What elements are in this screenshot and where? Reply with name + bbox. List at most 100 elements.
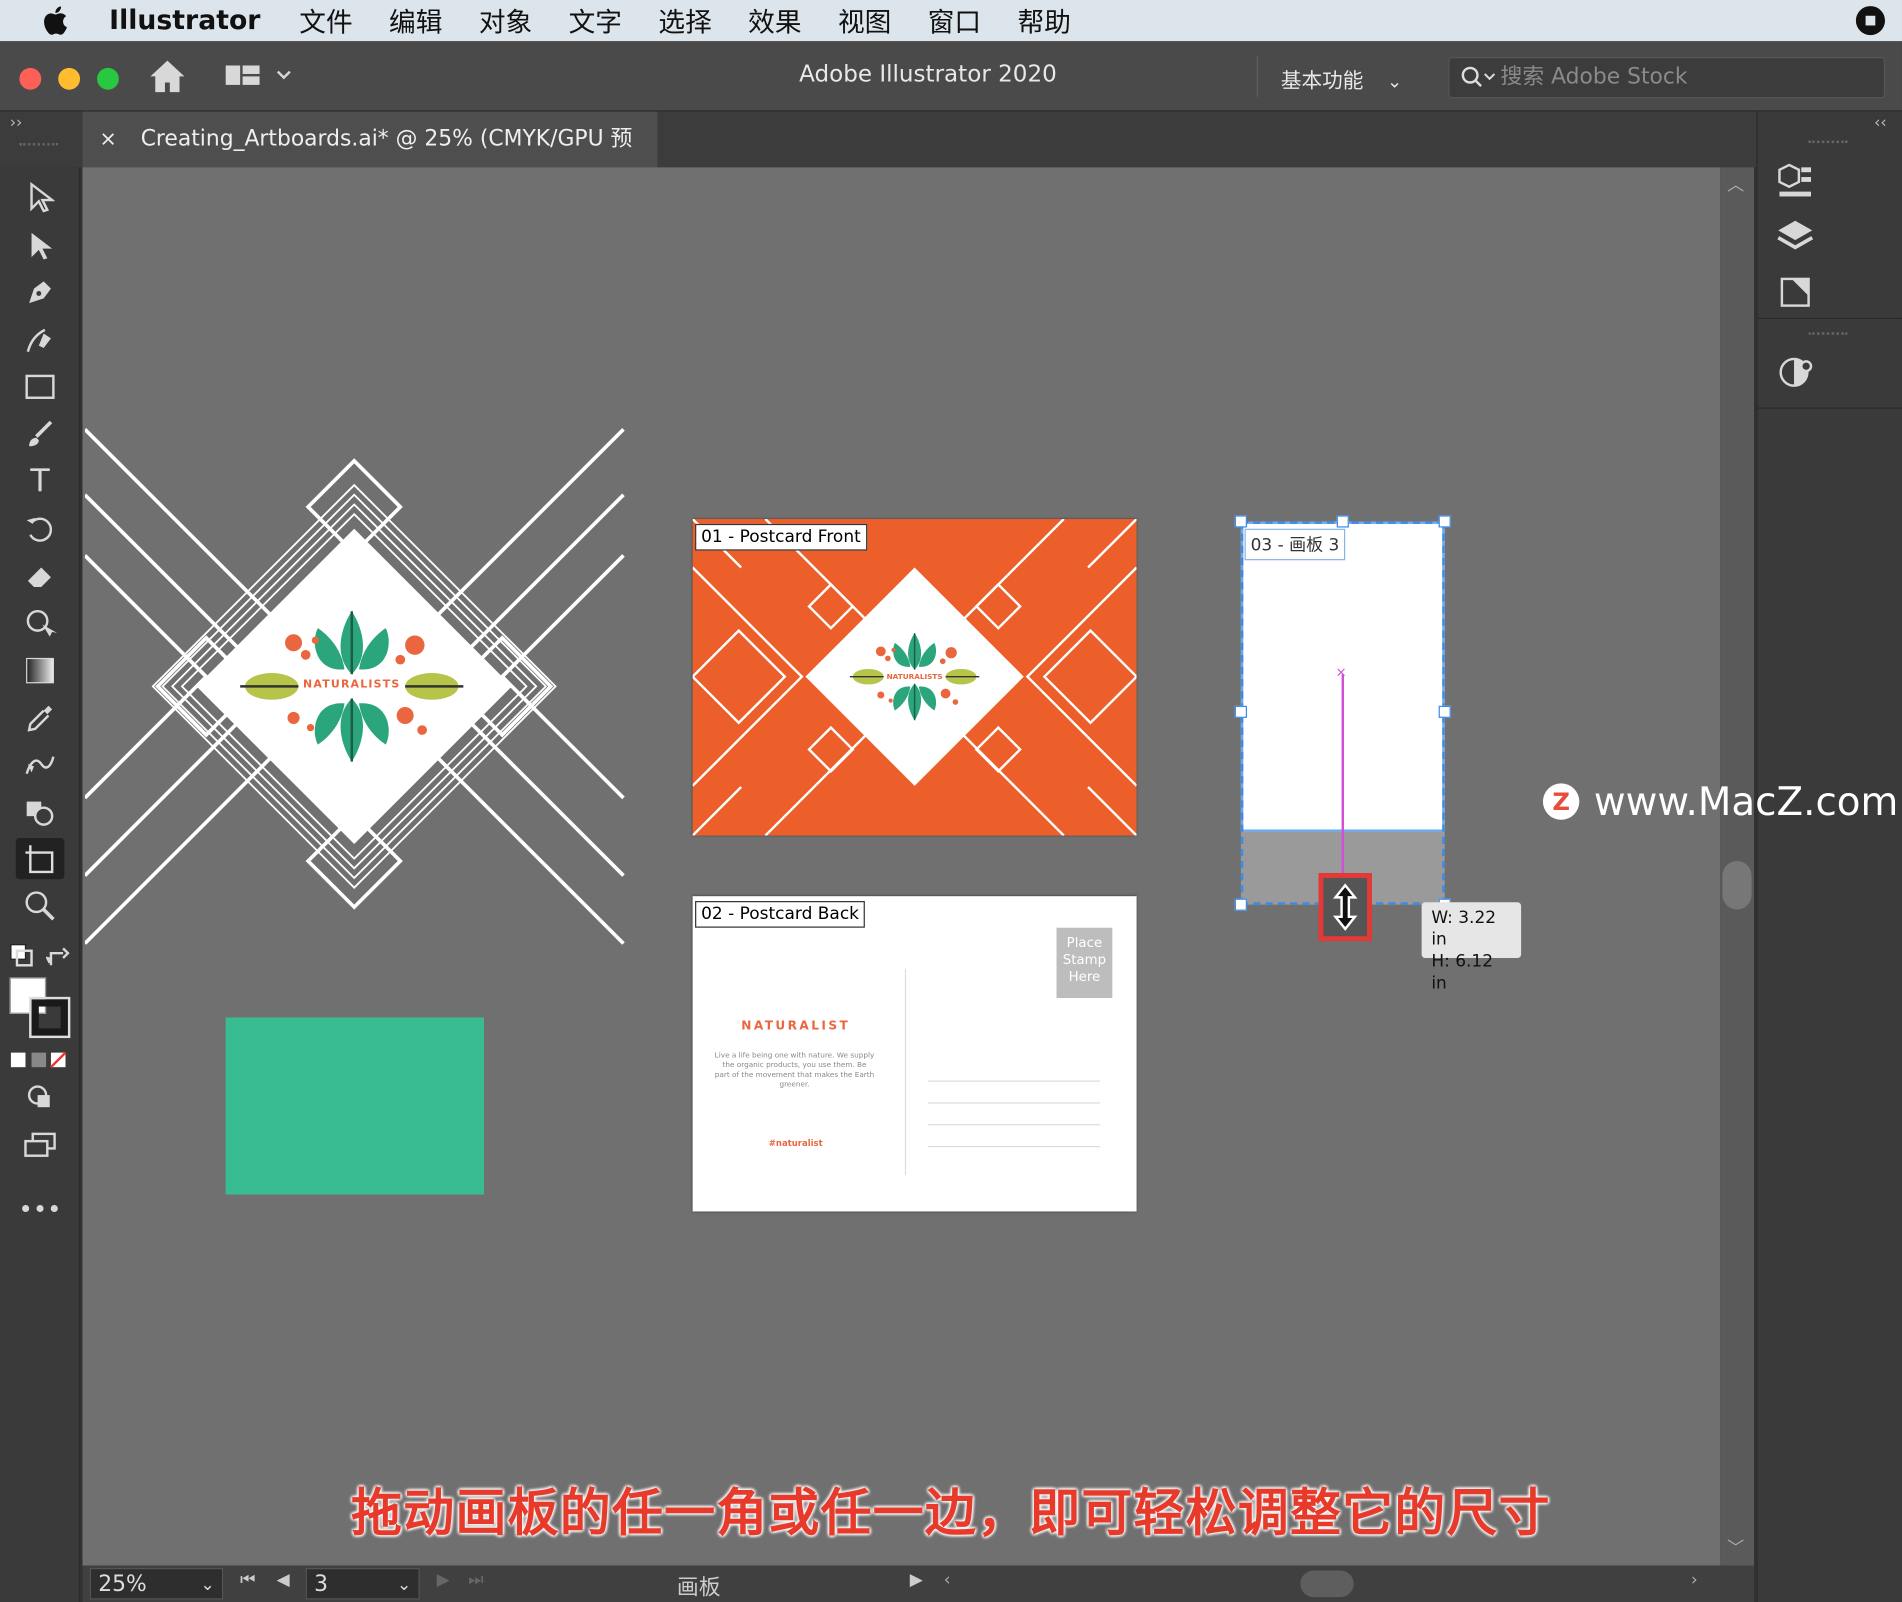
selection-tool-icon[interactable] — [16, 177, 65, 218]
zoom-window-button[interactable] — [97, 67, 119, 90]
menu-effect[interactable]: 效果 — [748, 1, 801, 40]
divider — [1256, 55, 1258, 98]
apple-icon[interactable] — [0, 5, 109, 37]
curvature-tool-icon[interactable] — [16, 319, 65, 360]
blend-tool-icon[interactable] — [16, 745, 65, 786]
scroll-left-icon[interactable]: ‹ — [944, 1570, 951, 1589]
back-body-text: Live a life being one with nature. We su… — [714, 1051, 875, 1090]
artboard-label-02[interactable]: 02 - Postcard Back — [695, 901, 866, 928]
expand-toolbar-icon[interactable]: ›› — [10, 114, 23, 132]
next-artboard-icon[interactable]: ▶ — [437, 1570, 450, 1589]
search-icon — [1457, 58, 1498, 110]
menu-select[interactable]: 选择 — [658, 1, 711, 40]
draw-mode-icon[interactable] — [16, 1077, 65, 1118]
document-tab[interactable]: × Creating_Artboards.ai* @ 25% (CMYK/GPU… — [82, 111, 658, 207]
close-window-button[interactable] — [19, 67, 42, 90]
resize-handle[interactable] — [1336, 515, 1349, 528]
zoom-tool-icon[interactable] — [16, 885, 65, 926]
arrange-documents-icon[interactable] — [225, 63, 299, 95]
menu-type[interactable]: 文字 — [569, 1, 622, 40]
previous-artboard-icon[interactable]: ◀ — [277, 1570, 290, 1589]
menu-window[interactable]: 窗口 — [928, 1, 981, 40]
color-mode-buttons[interactable] — [10, 1050, 68, 1074]
resize-handle[interactable] — [1234, 898, 1247, 911]
menu-app-name[interactable]: Illustrator — [109, 5, 260, 35]
default-fill-stroke-icon[interactable] — [10, 943, 34, 972]
horizontal-scroll-thumb[interactable] — [1300, 1570, 1354, 1598]
more-tools-icon[interactable]: ••• — [16, 1188, 65, 1229]
puppet-warp-tool-icon[interactable] — [16, 603, 65, 644]
panel-grip[interactable] — [1808, 332, 1848, 339]
status-menu-arrow-icon[interactable]: ▶ — [910, 1570, 923, 1589]
panel-divider — [1757, 317, 1902, 319]
workspace-label: 基本功能 — [1280, 69, 1364, 94]
paintbrush-tool-icon[interactable] — [16, 414, 65, 455]
artboard-number: 3 — [314, 1571, 329, 1598]
canvas-area[interactable]: NATURALISTS NATURALISTS 01 - Postcard Fr… — [82, 167, 1721, 1566]
height-readout: H: 6.12 in — [1431, 951, 1494, 994]
rotate-tool-icon[interactable] — [16, 508, 65, 549]
workspace-switcher[interactable]: 基本功能 ⌄ — [1281, 63, 1402, 93]
rectangle-tool-icon[interactable] — [16, 366, 65, 407]
adobe-stock-search[interactable]: 搜索 Adobe Stock — [1448, 56, 1886, 99]
stamp-line-3: Here — [1068, 968, 1101, 985]
zoom-field[interactable]: 25% ⌄ — [89, 1568, 224, 1600]
screen-record-icon[interactable] — [1855, 6, 1886, 36]
panel-grip[interactable] — [1808, 140, 1848, 148]
back-brand: NATURALIST — [741, 1019, 851, 1034]
properties-icon[interactable] — [1775, 352, 1816, 398]
menu-object[interactable]: 对象 — [479, 1, 532, 40]
resize-handle[interactable] — [1438, 705, 1451, 718]
gradient-tool-icon[interactable] — [16, 650, 65, 691]
first-artboard-icon[interactable]: ⏮ — [240, 1570, 255, 1589]
direct-selection-tool-icon[interactable] — [16, 226, 65, 267]
last-artboard-icon[interactable]: ⏭ — [468, 1570, 483, 1589]
resize-handle[interactable] — [1438, 515, 1451, 528]
tutorial-caption: 拖动画板的任一角或任一边，即可轻松调整它的尺寸 — [351, 1483, 1551, 1543]
artboard-postcard-back[interactable]: 02 - Postcard Back Place Stamp Here NATU… — [692, 896, 1137, 1212]
eyedropper-tool-icon[interactable] — [16, 697, 65, 738]
menu-view[interactable]: 视图 — [838, 1, 891, 40]
front-logo-text: NATURALISTS — [887, 672, 943, 681]
home-icon[interactable] — [148, 58, 187, 99]
vertical-scrollbar[interactable]: ︿ ﹀ — [1720, 167, 1754, 1566]
type-tool-icon[interactable]: T — [16, 461, 65, 502]
screen-mode-icon[interactable] — [16, 1125, 65, 1166]
status-bar: 25% ⌄ ⏮ ◀ 3 ⌄ ▶ ⏭ 画板 ▶ ‹ › — [82, 1565, 1754, 1602]
vertical-resize-cursor-icon — [1332, 883, 1358, 931]
right-panel-dock: ‹‹ — [1756, 111, 1902, 1602]
teal-rectangle[interactable] — [225, 1017, 484, 1195]
dimension-readout: W: 3.22 in H: 6.12 in — [1421, 902, 1522, 993]
artboard-tool-icon[interactable] — [15, 837, 65, 880]
resize-handle[interactable] — [1234, 515, 1247, 528]
scroll-right-icon[interactable]: › — [1691, 1570, 1698, 1589]
toolbar-grip[interactable] — [19, 143, 59, 150]
status-mode-label[interactable]: 画板 — [677, 1570, 721, 1602]
back-divider — [904, 968, 907, 1176]
artboard-number-field[interactable]: 3 ⌄ — [305, 1568, 420, 1600]
pen-tool-icon[interactable] — [16, 272, 65, 313]
center-mark-icon: × — [1335, 664, 1347, 681]
chevron-down-icon: ⌄ — [396, 1575, 412, 1595]
menu-bar: Illustrator 文件 编辑 对象 文字 选择 效果 视图 窗口 帮助 — [0, 0, 1902, 42]
artboard-postcard-front[interactable]: NATURALISTS 01 - Postcard Front — [692, 519, 1137, 836]
artboard-label-01[interactable]: 01 - Postcard Front — [695, 523, 867, 551]
artboard-label-03[interactable]: 03 - 画板 3 — [1244, 528, 1346, 561]
minimize-window-button[interactable] — [58, 67, 81, 90]
menu-file[interactable]: 文件 — [299, 1, 352, 40]
layers-icon[interactable] — [1775, 218, 1816, 259]
collapse-panel-icon[interactable]: ‹‹ — [1874, 114, 1887, 132]
close-tab-icon[interactable]: × — [99, 127, 116, 151]
menu-help[interactable]: 帮助 — [1018, 1, 1071, 40]
swap-fill-stroke-icon[interactable] — [45, 943, 73, 975]
eraser-tool-icon[interactable] — [16, 555, 65, 596]
app-title: Adobe Illustrator 2020 — [799, 60, 1057, 88]
shape-builder-tool-icon[interactable] — [16, 792, 65, 833]
scroll-up-icon[interactable]: ︿ — [1727, 172, 1744, 196]
libraries-icon[interactable] — [1775, 160, 1816, 206]
menu-edit[interactable]: 编辑 — [389, 1, 442, 40]
scroll-thumb[interactable] — [1722, 861, 1752, 910]
artboards-panel-icon[interactable] — [1775, 274, 1816, 315]
stroke-swatch[interactable] — [29, 996, 71, 1039]
resize-handle[interactable] — [1234, 705, 1247, 718]
